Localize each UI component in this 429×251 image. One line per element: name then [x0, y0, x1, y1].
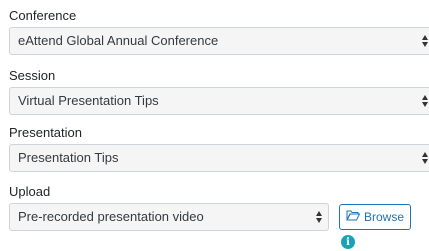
session-label: Session [9, 68, 56, 83]
upload-label: Upload [9, 184, 51, 199]
browse-button-label: Browse [363, 210, 404, 224]
folder-open-icon [346, 210, 361, 224]
info-icon[interactable]: i [341, 235, 355, 249]
select-arrows-icon [316, 210, 323, 224]
browse-button[interactable]: Browse [339, 204, 411, 230]
session-select-value: Virtual Presentation Tips [18, 93, 159, 108]
session-select[interactable]: Virtual Presentation Tips [9, 87, 429, 115]
select-arrows-icon [422, 151, 429, 165]
conference-select-value: eAttend Global Annual Conference [18, 33, 219, 48]
presentation-label: Presentation [9, 125, 82, 140]
select-arrows-icon [422, 34, 429, 48]
conference-select[interactable]: eAttend Global Annual Conference [9, 27, 429, 55]
select-arrows-icon [422, 94, 429, 108]
conference-label: Conference [9, 8, 77, 23]
presentation-select[interactable]: Presentation Tips [9, 144, 429, 172]
upload-select-value: Pre-recorded presentation video [18, 209, 204, 224]
presentation-select-value: Presentation Tips [18, 150, 119, 165]
upload-select[interactable]: Pre-recorded presentation video [9, 203, 329, 231]
